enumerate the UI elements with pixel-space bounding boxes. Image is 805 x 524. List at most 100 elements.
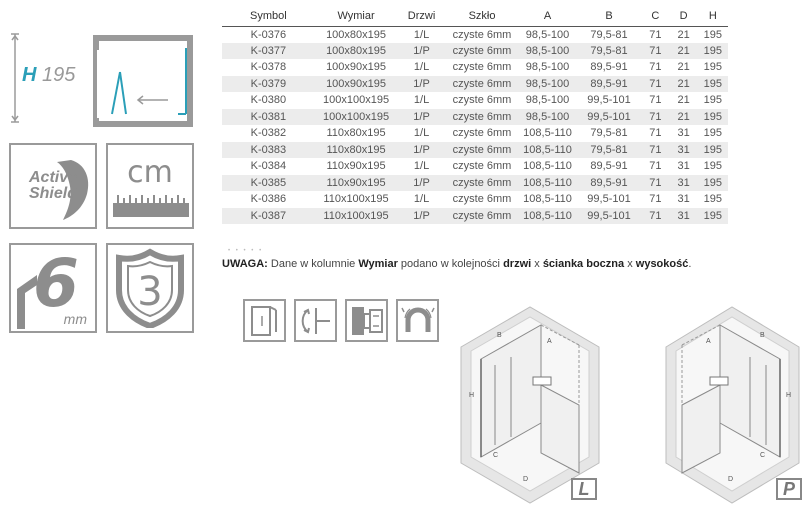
dim-a-label: A bbox=[547, 338, 552, 345]
table-cell: K-0379 bbox=[222, 75, 315, 92]
table-body: K-0376 100x80x195 1/L czyste 6mm 98,5-100 79,… bbox=[222, 26, 728, 224]
table-cell: 195 bbox=[703, 193, 723, 206]
col-b: B bbox=[576, 6, 642, 27]
table-cell: 21 bbox=[677, 61, 690, 74]
dim-b-label-right: B bbox=[760, 332, 765, 339]
table-cell: 100x90x195 bbox=[326, 61, 387, 74]
table-cell: K-0385 bbox=[222, 174, 315, 191]
table-cell: K-0383 bbox=[222, 141, 315, 158]
table-cell: czyste 6mm bbox=[445, 108, 519, 125]
table-cell: K-0387 bbox=[222, 207, 315, 224]
note-text-3: x bbox=[531, 258, 543, 270]
table-cell: czyste 6mm bbox=[452, 28, 512, 41]
table-cell: 21 bbox=[669, 108, 698, 125]
table-cell: 71 bbox=[641, 108, 670, 125]
table-cell: K-0386 bbox=[250, 193, 287, 206]
table-cell: 108,5-110 bbox=[518, 207, 577, 224]
dim-d-label-right: D bbox=[728, 476, 733, 483]
table-cell: 31 bbox=[677, 193, 690, 206]
table-cell: 71 bbox=[641, 207, 670, 224]
table-cell: 31 bbox=[669, 174, 698, 191]
table-cell: K-0378 bbox=[250, 61, 287, 74]
table-cell: 108,5-110 bbox=[523, 127, 572, 140]
table-cell: 108,5-110 bbox=[518, 141, 577, 158]
table-cell: K-0381 bbox=[222, 108, 315, 125]
table-cell: 195 bbox=[697, 207, 728, 224]
table-cell: 98,5-100 bbox=[525, 94, 570, 107]
ruler-icon bbox=[113, 195, 189, 217]
table-cell: 99,5-101 bbox=[576, 108, 642, 125]
dim-a-label-right: A bbox=[706, 338, 711, 345]
table-cell: 110x80x195 bbox=[314, 141, 398, 158]
table-cell: 71 bbox=[649, 193, 662, 206]
table-cell: 1/P bbox=[397, 174, 446, 191]
table-cell: 31 bbox=[677, 127, 690, 140]
table-cell: 195 bbox=[697, 174, 728, 191]
table-cell: 108,5-110 bbox=[518, 174, 577, 191]
table-row: K-0385 110x90x195 1/P czyste 6mm 108,5-110 89… bbox=[222, 174, 728, 191]
table-row: K-0383 110x80x195 1/P czyste 6mm 108,5-110 79… bbox=[222, 141, 728, 158]
col-d: D bbox=[669, 6, 698, 27]
table-cell: 195 bbox=[703, 61, 723, 74]
table-cell: 1/P bbox=[397, 75, 446, 92]
table-cell: 195 bbox=[697, 75, 728, 92]
table-cell: czyste 6mm bbox=[445, 42, 519, 59]
glass-thickness-badge: 6 mm bbox=[9, 243, 97, 333]
warranty-shield-icon: 3 bbox=[116, 248, 184, 328]
table-header-row: Symbol Wymiar Drzwi Szkło A B C D H bbox=[222, 6, 728, 27]
table-cell: czyste 6mm bbox=[452, 193, 512, 206]
table-cell: K-0384 bbox=[250, 160, 287, 173]
adjustable-width-badge: cm bbox=[106, 143, 194, 229]
table-cell: czyste 6mm bbox=[445, 141, 519, 158]
note: UWAGA: Dane w kolumnie Wymiar podano w k… bbox=[222, 258, 691, 270]
active-shield-text: Active Shield bbox=[29, 170, 77, 202]
magnet-icon bbox=[400, 307, 435, 332]
table-cell: 1/L bbox=[413, 193, 430, 206]
table-row: K-0384 110x90x195 1/L czyste 6mm 108,5-110 89… bbox=[222, 158, 728, 175]
right-variant-diagram: A B H C D bbox=[665, 306, 800, 504]
col-symbol: Symbol bbox=[222, 6, 315, 27]
table-cell: 71 bbox=[649, 28, 662, 41]
table-cell: 1/L bbox=[413, 94, 430, 107]
table-row: K-0381 100x100x195 1/P czyste 6mm 98,5-100 99… bbox=[222, 108, 728, 125]
table-cell: 100x80x195 bbox=[326, 28, 387, 41]
table-cell: 89,5-91 bbox=[576, 174, 642, 191]
cm-label: cm bbox=[127, 155, 173, 190]
table-cell: 98,5-100 bbox=[518, 108, 577, 125]
table-cell: 98,5-100 bbox=[518, 75, 577, 92]
warranty-years: 3 bbox=[137, 269, 162, 315]
table-cell: 21 bbox=[677, 94, 690, 107]
dim-d-label: D bbox=[523, 476, 528, 483]
table-cell: 195 bbox=[697, 42, 728, 59]
table-cell: 89,5-91 bbox=[576, 75, 642, 92]
feature-icons-column: H 195 Active Shield cm 6 mm 3 bbox=[0, 0, 210, 524]
note-bold-3: ścianka boczna bbox=[542, 258, 625, 270]
table-cell: 110x100x195 bbox=[323, 193, 389, 206]
table-cell: 89,5-91 bbox=[590, 160, 628, 173]
table-cell: 110x80x195 bbox=[326, 127, 386, 140]
table-cell: 21 bbox=[669, 42, 698, 59]
table-row: K-0378 100x90x195 1/L czyste 6mm 98,5-100 89,… bbox=[222, 59, 728, 76]
col-szklo: Szkło bbox=[445, 6, 519, 27]
note-text-2: podano w kolejności bbox=[397, 258, 504, 270]
table-cell: 98,5-100 bbox=[525, 28, 570, 41]
table-cell: K-0377 bbox=[222, 42, 315, 59]
table-cell: 71 bbox=[649, 61, 662, 74]
table-cell: 1/P bbox=[397, 207, 446, 224]
dim-b-label: B bbox=[497, 332, 502, 339]
magnet-badge bbox=[396, 299, 439, 342]
glass-thickness-unit: mm bbox=[63, 311, 87, 327]
table-cell: 100x100x195 bbox=[323, 94, 390, 107]
table-cell: 195 bbox=[703, 127, 723, 140]
table-cell: 21 bbox=[677, 28, 690, 41]
table-cell: czyste 6mm bbox=[452, 127, 512, 140]
note-text-4: x bbox=[624, 258, 636, 270]
table-cell: 99,5-101 bbox=[576, 207, 642, 224]
dim-h-label: H bbox=[469, 392, 474, 399]
rotate-door-icon bbox=[301, 307, 330, 334]
table-cell: K-0380 bbox=[250, 94, 287, 107]
dim-c-label: C bbox=[493, 452, 498, 459]
table-cell: 31 bbox=[669, 141, 698, 158]
table-cell: czyste 6mm bbox=[445, 75, 519, 92]
door-panel-icon bbox=[250, 305, 277, 336]
